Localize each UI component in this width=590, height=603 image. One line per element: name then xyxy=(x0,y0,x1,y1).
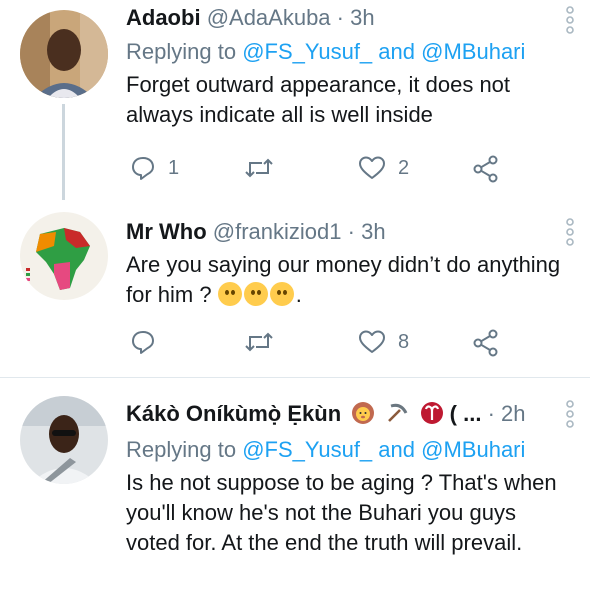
tweet-text-suffix: . xyxy=(295,282,302,307)
avatar[interactable] xyxy=(20,212,108,300)
display-name-suffix[interactable]: ( ... xyxy=(450,401,482,426)
aries-emoji-icon xyxy=(420,401,444,432)
tweet-actions: 8 xyxy=(126,329,576,359)
retweet-icon xyxy=(245,158,273,178)
retweet-button[interactable] xyxy=(244,329,274,355)
more-vertical-icon xyxy=(566,400,574,428)
tweet-text: Forget outward appearance, it does not a… xyxy=(126,72,511,127)
display-name[interactable]: Adaobi xyxy=(126,5,201,30)
separator: · xyxy=(336,5,344,30)
more-options-button[interactable] xyxy=(564,400,576,433)
separator: · xyxy=(487,401,495,426)
mention-link[interactable]: @FS_Yusuf_ xyxy=(242,437,372,462)
replying-to-label: Replying to xyxy=(126,437,237,462)
reply-button[interactable] xyxy=(130,329,156,355)
separator: · xyxy=(347,219,355,244)
mention-link[interactable]: @FS_Yusuf_ xyxy=(242,39,372,64)
tweet-actions: 1 2 xyxy=(126,155,576,185)
tweet-adaobi[interactable]: Adaobi @AdaAkuba · 3h Replying to @FS_Yu… xyxy=(0,0,590,200)
avatar-photo-kako xyxy=(20,396,108,484)
mention-link[interactable]: @MBuhari xyxy=(421,39,525,64)
replying-to: Replying to @FS_Yusuf_ and @MBuhari xyxy=(126,436,576,464)
display-name[interactable]: Mr Who xyxy=(126,219,207,244)
like-button[interactable]: 8 xyxy=(358,329,409,355)
retweet-icon xyxy=(245,332,273,352)
share-button[interactable] xyxy=(472,329,500,357)
like-count: 2 xyxy=(398,156,410,179)
tweet-header: Mr Who @frankiziod1 · 3h xyxy=(126,218,576,246)
thinking-emoji-icon xyxy=(243,282,268,306)
reply-icon xyxy=(132,157,154,180)
replying-to-label: Replying to xyxy=(126,39,237,64)
timestamp[interactable]: 2h xyxy=(501,401,525,426)
avatar[interactable] xyxy=(20,396,108,484)
tweet-text-body: Are you saying our money didn’t do anyth… xyxy=(126,252,561,307)
tweet-header: Adaobi @AdaAkuba · 3h xyxy=(126,4,576,32)
like-count: 8 xyxy=(398,330,410,353)
thinking-emoji-icon xyxy=(217,282,242,306)
heart-icon xyxy=(359,330,385,353)
tweet-mr-who[interactable]: Mr Who @frankiziod1 · 3h Are you saying … xyxy=(0,200,590,378)
share-icon xyxy=(473,155,498,183)
handle[interactable]: @AdaAkuba xyxy=(207,5,331,30)
heart-icon xyxy=(359,156,385,179)
mention-and[interactable]: and xyxy=(378,39,415,64)
reply-button[interactable]: 1 xyxy=(130,155,179,181)
reply-count: 1 xyxy=(168,156,180,179)
timestamp[interactable]: 3h xyxy=(350,5,374,30)
avatar-africa-map xyxy=(20,212,108,300)
pick-emoji-icon xyxy=(385,401,409,432)
tweet-kako[interactable]: Kákò Oníkùmọ̀ Ẹkùn ( ... · 2h Replying t… xyxy=(0,378,590,603)
handle[interactable]: @frankiziod1 xyxy=(213,219,342,244)
tweet-header: Kákò Oníkùmọ̀ Ẹkùn ( ... · 2h xyxy=(126,400,551,432)
avatar[interactable] xyxy=(20,10,108,98)
thread-line xyxy=(62,104,65,200)
avatar-photo-adaobi xyxy=(20,10,108,98)
more-options-button[interactable] xyxy=(564,218,576,251)
more-vertical-icon xyxy=(566,218,574,246)
timestamp[interactable]: 3h xyxy=(361,219,385,244)
share-button[interactable] xyxy=(472,155,500,183)
lion-emoji-icon xyxy=(351,401,375,432)
display-name[interactable]: Kákò Oníkùmọ̀ Ẹkùn xyxy=(126,401,341,426)
share-icon xyxy=(473,329,498,357)
mention-and[interactable]: and xyxy=(378,437,415,462)
tweet-text: Is he not suppose to be aging ? That's w… xyxy=(126,470,557,555)
like-button[interactable]: 2 xyxy=(358,155,409,181)
replying-to: Replying to @FS_Yusuf_ and @MBuhari xyxy=(126,38,576,66)
thinking-emoji-icon xyxy=(269,282,294,306)
more-vertical-icon xyxy=(566,6,574,34)
retweet-button[interactable] xyxy=(244,155,274,181)
more-options-button[interactable] xyxy=(564,6,576,39)
tweet-text: Are you saying our money didn’t do anyth… xyxy=(126,250,566,310)
reply-icon xyxy=(132,331,154,354)
mention-link[interactable]: @MBuhari xyxy=(421,437,525,462)
